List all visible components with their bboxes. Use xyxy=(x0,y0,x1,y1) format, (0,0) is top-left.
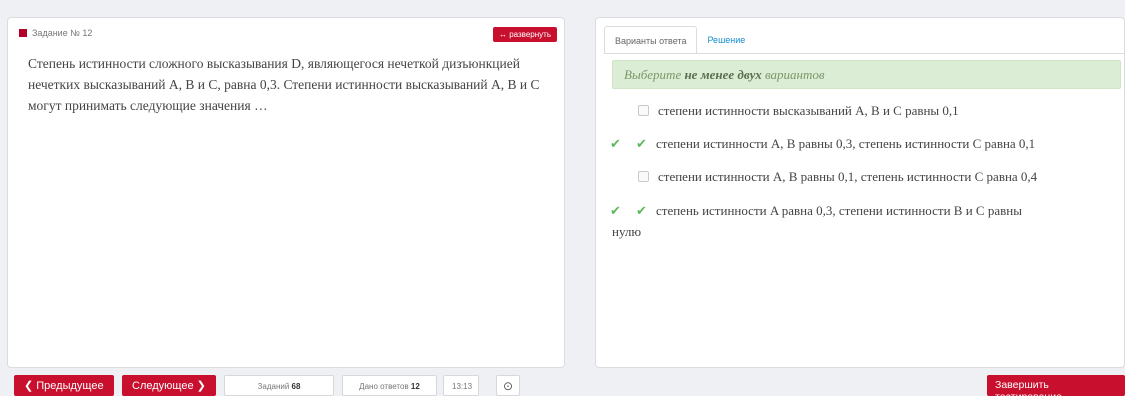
instruction-hint: Выберите не менее двух вариантов xyxy=(612,60,1121,89)
tasks-count: Заданий 68 xyxy=(224,375,334,396)
question-number: Задание № 12 xyxy=(32,28,93,38)
option-text-continuation: нулю xyxy=(612,224,642,239)
expand-button[interactable]: ↔ развернуть xyxy=(492,27,557,42)
question-panel: Задание № 12 ↔ развернуть Степень истинн… xyxy=(7,17,565,368)
next-button[interactable]: Следующее ❯ xyxy=(122,375,216,396)
checkbox[interactable] xyxy=(638,171,649,182)
settings-icon[interactable]: ⊙ xyxy=(496,375,520,396)
tab-divider xyxy=(604,53,1124,54)
timer: 13:13 xyxy=(443,375,479,396)
checkbox-checked-icon[interactable]: ✔ xyxy=(636,134,647,154)
option-text: степень истинности A равна 0,3, степени … xyxy=(656,203,1022,218)
tab-solution[interactable]: Решение xyxy=(697,26,755,54)
answer-option[interactable]: степени истинности A, B равны 0,1, степе… xyxy=(610,167,1037,187)
question-text: Степень истинности сложного высказывания… xyxy=(28,56,540,113)
question-marker-icon xyxy=(19,29,27,37)
prev-button[interactable]: ❮ Предыдущее xyxy=(14,375,114,396)
checkbox[interactable] xyxy=(638,105,649,116)
tab-bar: Варианты ответа Решение xyxy=(604,26,755,54)
question-header: Задание № 12 xyxy=(19,28,92,38)
answered-count: Дано ответов 12 xyxy=(342,375,437,396)
answers-panel: Варианты ответа Решение Выберите не мене… xyxy=(595,17,1125,368)
option-text: степени истинности A, B равны 0,3, степе… xyxy=(656,136,1036,151)
correct-check-icon: ✔ xyxy=(610,203,621,218)
answer-option[interactable]: ✔ ✔ степени истинности A, B равны 0,3, сте… xyxy=(610,134,1035,154)
checkbox-checked-icon[interactable]: ✔ xyxy=(636,201,647,221)
option-text: степени истинности высказываний A, B и C… xyxy=(658,103,959,118)
option-text: степени истинности A, B равны 0,1, степе… xyxy=(658,169,1038,184)
answer-option[interactable]: степени истинности высказываний A, B и C… xyxy=(610,101,959,121)
answer-option[interactable]: ✔ ✔ степень истинности A равна 0,3, степен… xyxy=(610,201,1022,221)
tab-answer-options[interactable]: Варианты ответа xyxy=(604,26,698,54)
correct-check-icon: ✔ xyxy=(610,136,621,151)
finish-test-button[interactable]: Завершить тестирование xyxy=(987,375,1125,396)
